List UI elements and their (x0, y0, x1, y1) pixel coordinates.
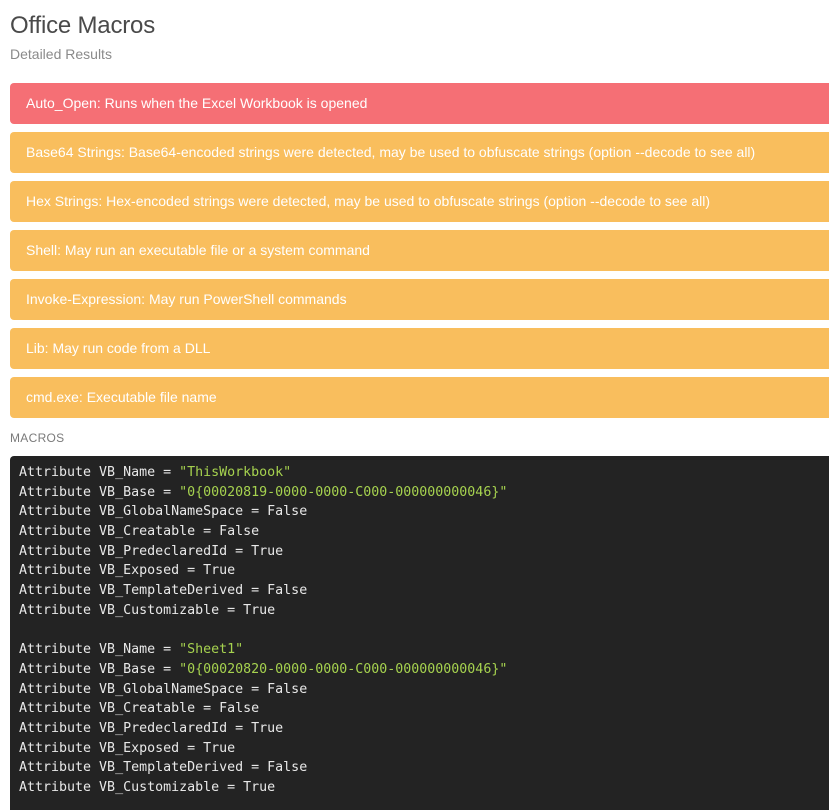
alert-warning: Lib: May run code from a DLL (10, 328, 829, 369)
alert-warning: Hex Strings: Hex-encoded strings were de… (10, 181, 829, 222)
code-line: Attribute VB_Creatable = False (19, 699, 829, 719)
page-title: Office Macros (10, 12, 155, 39)
code-line: Attribute VB_Customizable = True (19, 778, 829, 798)
code-line: Attribute VB_GlobalNameSpace = False (19, 680, 829, 700)
code-line: Attribute VB_Exposed = True (19, 561, 829, 581)
page-subtitle: Detailed Results (10, 46, 112, 62)
code-text: Attribute VB_TemplateDerived = False (19, 760, 308, 776)
code-text: Attribute VB_Creatable = False (19, 701, 260, 717)
detection-alerts: Auto_Open: Runs when the Excel Workbook … (10, 83, 829, 426)
alert-warning: Shell: May run an executable file or a s… (10, 230, 829, 271)
code-line: Attribute VB_PredeclaredId = True (19, 542, 829, 562)
code-string: "ThisWorkbook" (179, 465, 292, 480)
code-text: Attribute VB_GlobalNameSpace = False (19, 504, 308, 520)
code-line: Attribute VB_TemplateDerived = False (19, 581, 829, 601)
code-text: Attribute VB_Exposed = True (19, 563, 236, 579)
macros-code-block: Attribute VB_Name = "ThisWorkbook" Attrib… (10, 456, 829, 810)
code-text: Attribute VB_PredeclaredId = True (19, 543, 284, 559)
code-line: Attribute VB_TemplateDerived = False (19, 758, 829, 778)
macros-section-label: MACROS (10, 431, 65, 445)
alert-danger: Auto_Open: Runs when the Excel Workbook … (10, 83, 829, 124)
code-string: "0{00020819-0000-0000-C000-000000000046}… (179, 484, 508, 500)
code-text: Attribute VB_Creatable = False (19, 524, 260, 540)
page-header: Office Macros Detailed Results (10, 10, 155, 64)
code-line: Attribute VB_Name = "Sheet1" (19, 640, 829, 660)
code-line: Attribute VB_Base = "0{00020820-0000-000… (19, 660, 829, 680)
alert-warning: Base64 Strings: Base64-encoded strings w… (10, 132, 829, 173)
code-text: Attribute VB_Exposed = True (19, 740, 236, 756)
code-text: Attribute VB_Base = (19, 661, 180, 677)
code-text: Attribute VB_PredeclaredId = True (19, 720, 284, 736)
code-line: Attribute VB_Creatable = False (19, 522, 829, 542)
code-text: Attribute VB_Customizable = True (19, 602, 276, 618)
alert-warning: Invoke-Expression: May run PowerShell co… (10, 279, 829, 320)
code-text: Attribute VB_Name = (19, 465, 180, 480)
code-string: "0{00020820-0000-0000-C000-000000000046}… (179, 661, 508, 677)
code-string: "Sheet1" (179, 642, 244, 658)
code-line: Attribute VB_GlobalNameSpace = False (19, 502, 829, 522)
alert-warning: cmd.exe: Executable file name (10, 377, 829, 418)
code-line: Attribute VB_Name = "ThisWorkbook" (19, 463, 829, 483)
code-text: Attribute VB_GlobalNameSpace = False (19, 681, 308, 697)
code-line: Attribute VB_Customizable = True (19, 601, 829, 621)
code-line: Attribute VB_Exposed = True (19, 739, 829, 759)
code-text: Attribute VB_Customizable = True (19, 780, 276, 795)
code-text: Attribute VB_TemplateDerived = False (19, 583, 308, 599)
code-line: Attribute VB_PredeclaredId = True (19, 719, 829, 739)
code-line: Attribute VB_Base = "0{00020819-0000-000… (19, 483, 829, 503)
code-text: Attribute VB_Name = (19, 642, 180, 658)
code-text: Attribute VB_Base = (19, 484, 180, 500)
